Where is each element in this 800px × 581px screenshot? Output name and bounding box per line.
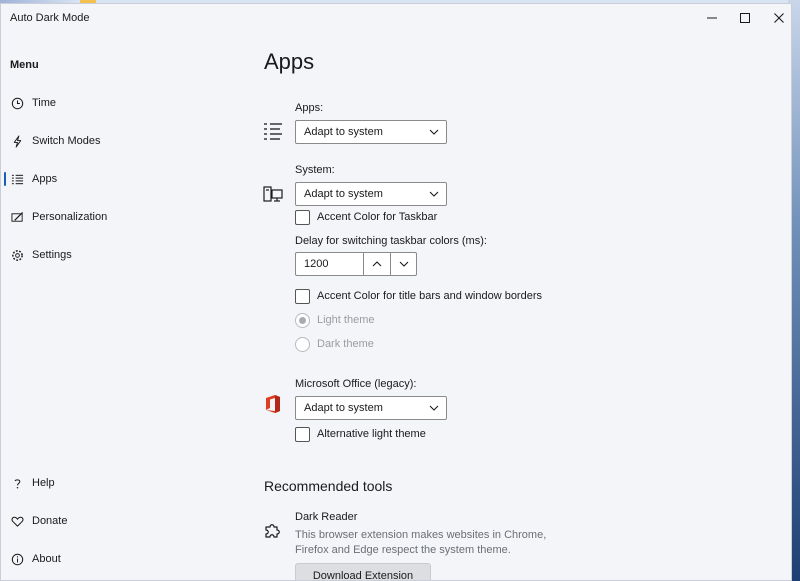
accent-taskbar-checkbox[interactable] <box>295 209 310 225</box>
apps-theme-value: Adapt to system <box>304 126 383 138</box>
apps-list-icon <box>262 120 284 142</box>
list-icon <box>10 172 24 186</box>
maximize-icon <box>740 13 750 23</box>
accent-titlebar-checkbox[interactable] <box>295 288 310 304</box>
minimize-button[interactable] <box>694 4 730 32</box>
accent-titlebar-label: Accent Color for title bars and window b… <box>317 290 542 302</box>
lightning-icon <box>10 134 24 148</box>
tool-description: This browser extension makes websites in… <box>295 529 547 556</box>
office-label: Microsoft Office (legacy): <box>295 378 417 390</box>
alt-light-theme-checkbox-row[interactable]: Alternative light theme <box>295 426 426 442</box>
apps-theme-select[interactable]: Adapt to system <box>295 120 447 144</box>
delay-number-box: 1200 <box>295 252 417 276</box>
title-bar: Auto Dark Mode <box>1 4 791 34</box>
office-theme-select[interactable]: Adapt to system <box>295 396 447 420</box>
sidebar-item-label: Personalization <box>32 211 108 223</box>
accent-taskbar-checkbox-row[interactable]: Accent Color for Taskbar <box>295 209 437 225</box>
sidebar-item-label: Donate <box>32 515 68 527</box>
close-icon <box>774 13 784 23</box>
recommended-tools-title: Recommended tools <box>264 478 393 494</box>
active-indicator <box>4 172 6 186</box>
info-icon <box>10 552 24 566</box>
decrement-button[interactable] <box>390 253 416 275</box>
menu-title: Menu <box>10 59 39 71</box>
dark-theme-radio[interactable] <box>295 336 310 352</box>
download-extension-button[interactable]: Download Extension <box>295 563 431 580</box>
close-button[interactable] <box>761 4 791 32</box>
chevron-up-icon <box>372 261 382 267</box>
chevron-down-icon <box>429 405 439 411</box>
brush-icon <box>10 210 24 224</box>
accent-taskbar-label: Accent Color for Taskbar <box>317 211 438 223</box>
delay-label: Delay for switching taskbar colors (ms): <box>295 235 487 247</box>
heart-icon <box>10 514 24 528</box>
office-theme-value: Adapt to system <box>304 402 383 414</box>
sidebar-item-label: Apps <box>32 173 58 185</box>
gear-icon <box>10 248 24 262</box>
apps-label: Apps: <box>295 102 324 114</box>
maximize-button[interactable] <box>727 4 763 32</box>
page-title: Apps <box>264 49 315 74</box>
alt-light-theme-checkbox[interactable] <box>295 426 310 442</box>
sidebar-item-donate[interactable]: Donate <box>1 505 241 537</box>
clock-icon <box>10 96 24 110</box>
sidebar-item-label: Switch Modes <box>32 135 101 147</box>
sidebar-item-switch-modes[interactable]: Switch Modes <box>1 125 241 157</box>
sidebar-item-personalization[interactable]: Personalization <box>1 201 241 233</box>
light-theme-radio-row[interactable]: Light theme <box>295 312 374 328</box>
chevron-down-icon <box>399 261 408 267</box>
sidebar-item-help[interactable]: Help <box>1 467 241 499</box>
accent-titlebar-checkbox-row[interactable]: Accent Color for title bars and window b… <box>295 288 542 304</box>
system-label: System: <box>295 164 335 176</box>
system-theme-value: Adapt to system <box>304 188 383 200</box>
tool-name: Dark Reader <box>295 511 358 523</box>
sidebar-item-label: Time <box>32 97 57 109</box>
increment-button[interactable] <box>364 253 390 275</box>
office-icon <box>262 393 284 415</box>
sidebar-item-label: About <box>32 553 61 565</box>
question-icon <box>10 476 24 490</box>
app-title: Auto Dark Mode <box>10 12 90 24</box>
sidebar-item-apps[interactable]: Apps <box>1 163 241 195</box>
alt-light-theme-label: Alternative light theme <box>317 428 426 440</box>
light-theme-label: Light theme <box>317 314 375 326</box>
sidebar-item-label: Settings <box>32 249 72 261</box>
dark-theme-radio-row[interactable]: Dark theme <box>295 336 374 352</box>
system-pc-icon <box>262 183 284 205</box>
chevron-down-icon <box>429 129 439 135</box>
sidebar-item-label: Help <box>32 477 55 489</box>
sidebar-item-time[interactable]: Time <box>1 87 241 119</box>
dark-theme-label: Dark theme <box>317 338 374 350</box>
puzzle-icon <box>262 520 284 542</box>
sidebar-item-settings[interactable]: Settings <box>1 239 241 271</box>
light-theme-radio[interactable] <box>295 312 310 328</box>
minimize-icon <box>707 17 717 19</box>
app-window: Auto Dark Mode Menu Time Switch Modes Ap… <box>0 3 792 581</box>
sidebar-item-about[interactable]: About <box>1 543 241 575</box>
chevron-down-icon <box>429 191 439 197</box>
delay-input[interactable]: 1200 <box>296 253 365 275</box>
system-theme-select[interactable]: Adapt to system <box>295 182 447 206</box>
